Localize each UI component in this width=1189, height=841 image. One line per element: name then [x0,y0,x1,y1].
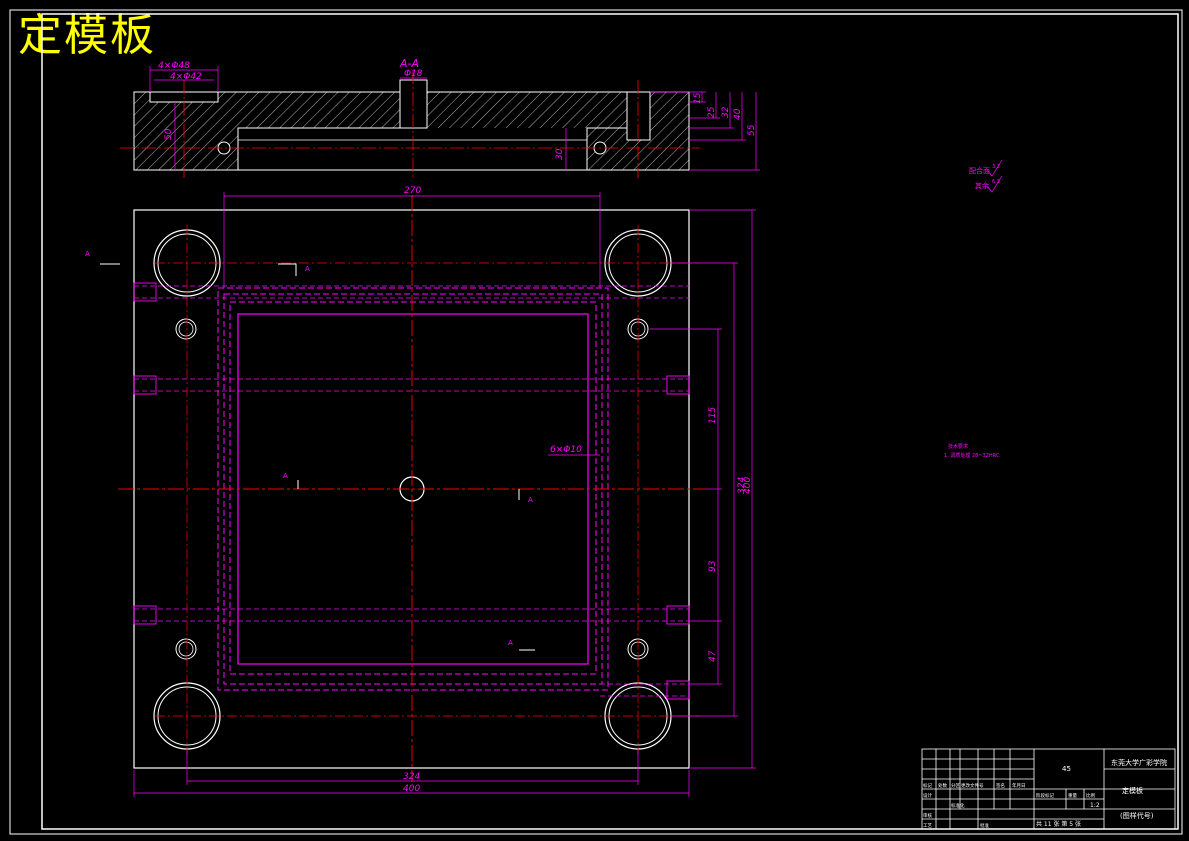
section-mark-1: A [85,250,90,258]
section-mark-3: A [283,472,288,480]
dim-270: 270 [404,186,421,196]
svg-text:处数: 处数 [938,782,947,789]
dim-h30: 30 [555,148,565,160]
dim-93: 93 [708,560,718,572]
dim-r55: 55 [747,124,757,136]
svg-text:审核: 审核 [923,812,932,819]
dim-324-h: 324 [403,772,420,782]
svg-text:1. 调质处理 28~32HRC: 1. 调质处理 28~32HRC [944,452,1000,459]
dim-r15: 15 [693,92,703,104]
section-mark-2: A [305,265,310,273]
tb-part-name: 定模板 [1122,786,1143,795]
svg-text:年月日: 年月日 [1012,782,1026,789]
dim-r32: 32 [721,106,731,118]
tb-material: 45 [1062,765,1071,773]
plan-view [100,195,706,782]
tb-school: 东莞大学广彩学院 [1111,758,1167,767]
cad-drawing: A-A 4×Φ48 4×Φ42 Φ18 50 30 15 25 32 40 55 [9,9,1183,835]
svg-text:技术要求: 技术要求 [948,443,968,450]
svg-text:比例: 比例 [1086,792,1095,799]
dim-400-v: 400 [743,477,753,494]
plan-dimensions [133,192,756,797]
tb-sheet: 共 11 张 第 5 张 [1036,820,1081,828]
svg-text:签名: 签名 [996,782,1005,789]
section-view [120,70,700,178]
svg-text:批准: 批准 [980,822,989,829]
dim-400-h: 400 [403,784,420,794]
tb-drawing-no: (图样代号) [1120,811,1154,820]
dim-r40: 40 [733,108,743,120]
svg-text:设计: 设计 [923,792,932,799]
dim-r25: 25 [707,106,717,118]
svg-text:阶段标记: 阶段标记 [1036,792,1054,799]
hole-note: 6×Φ10 [550,445,582,455]
svg-text:6.3: 6.3 [992,179,1000,185]
dim-h50: 50 [164,128,174,140]
svg-text:分区: 分区 [951,782,960,789]
svg-text:3.2: 3.2 [992,164,1000,170]
dim-115: 115 [708,407,718,424]
svg-text:其余: 其余 [975,181,989,190]
tb-scale: 1:2 [1090,802,1100,809]
section-mark-5: A [508,639,513,647]
dim-47: 47 [708,650,718,662]
dim-top-42: 4×Φ42 [170,72,202,82]
svg-text:配合面: 配合面 [969,166,990,175]
dim-center-18: Φ18 [404,69,423,79]
svg-text:标准化: 标准化 [951,802,965,809]
svg-text:工艺: 工艺 [923,823,932,829]
svg-text:标记: 标记 [923,782,932,789]
dim-top-48: 4×Φ48 [158,61,190,71]
surface-finish-symbols: 配合面 其余 3.2 6.3 [969,159,1003,193]
svg-text:更改文件号: 更改文件号 [961,782,984,789]
section-mark-4: A [528,496,533,504]
technical-note: 技术要求 1. 调质处理 28~32HRC [944,443,1000,459]
svg-text:重量: 重量 [1068,792,1077,799]
